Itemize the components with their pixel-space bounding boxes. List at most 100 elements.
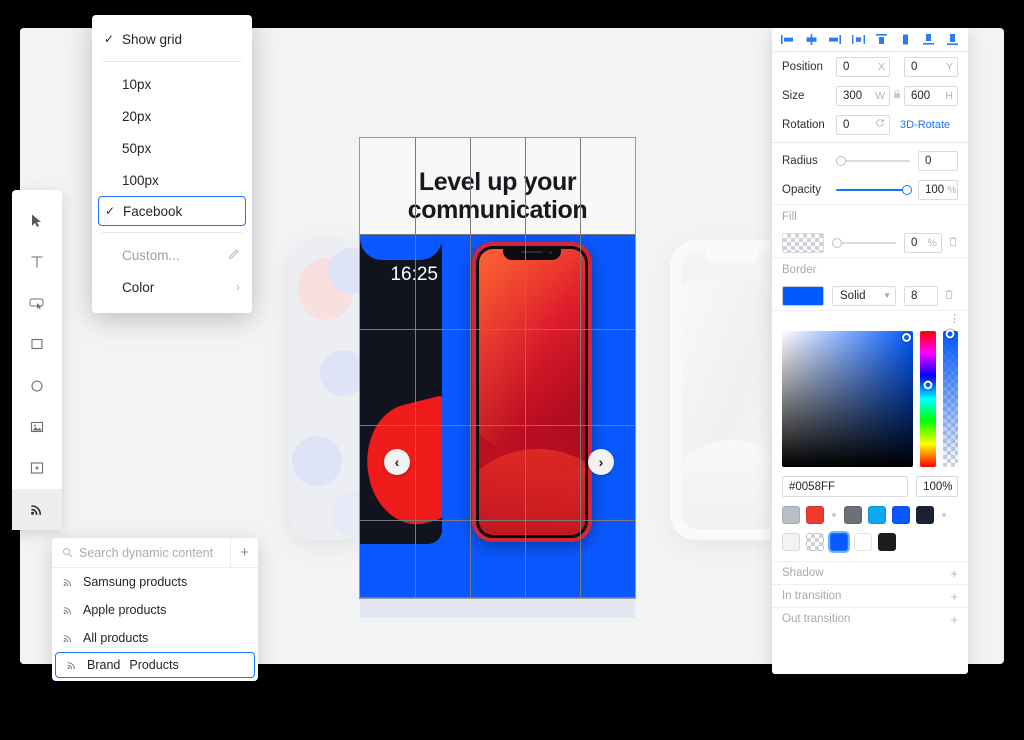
menu-item-facebook[interactable]: ✓ Facebook: [98, 196, 246, 226]
hue-handle[interactable]: [923, 380, 933, 390]
add-dynamic-content-button[interactable]: +: [230, 538, 258, 568]
hex-input[interactable]: #0058FF: [782, 476, 909, 497]
align-left-icon[interactable]: [780, 33, 795, 46]
swatch-light-blue[interactable]: [868, 506, 886, 524]
search-input[interactable]: Search dynamic content: [79, 546, 230, 560]
swatch-separator-dot: [942, 513, 946, 517]
fill-slider-knob[interactable]: [832, 237, 842, 248]
3d-rotate-link[interactable]: 3D-Rotate: [900, 119, 950, 131]
swatch-white[interactable]: [854, 533, 872, 551]
radius-field[interactable]: 0: [918, 150, 958, 171]
dynamic-search-row[interactable]: Search dynamic content +: [52, 538, 258, 568]
pencil-icon[interactable]: [228, 248, 240, 263]
alpha-unit: %: [942, 480, 953, 493]
image-tool[interactable]: [12, 406, 62, 447]
swatch-gray[interactable]: [782, 506, 800, 524]
list-item-apple-products[interactable]: Apple products: [52, 596, 258, 624]
size-height-field[interactable]: 600 H: [904, 85, 958, 106]
border-width-field[interactable]: 8: [904, 285, 938, 306]
position-x-value: 0: [843, 60, 850, 73]
dynamic-content-tool[interactable]: [12, 488, 62, 530]
align-right-icon[interactable]: [827, 33, 842, 46]
sv-handle[interactable]: [902, 333, 912, 342]
lock-icon[interactable]: [890, 89, 904, 102]
fill-color-swatch[interactable]: [782, 232, 824, 253]
align-bottom-icon[interactable]: [921, 33, 936, 46]
chevron-down-icon: ▼: [883, 291, 891, 300]
menu-item-10px[interactable]: 10px: [92, 68, 252, 100]
menu-item-color[interactable]: Color ›: [92, 271, 252, 303]
in-transition-row[interactable]: In transition +: [772, 584, 968, 607]
swatch-black[interactable]: [878, 533, 896, 551]
list-item-all-products[interactable]: All products: [52, 624, 258, 652]
fill-opacity-slider[interactable]: [832, 236, 896, 250]
swatch-red[interactable]: [806, 506, 824, 524]
swatch-off-white[interactable]: [782, 533, 800, 551]
artboard[interactable]: Level up your communication 16:25 ‹ ›: [359, 137, 636, 599]
swatch-navy[interactable]: [916, 506, 934, 524]
rectangle-tool[interactable]: [12, 324, 62, 365]
menu-item-custom[interactable]: Custom...: [92, 239, 252, 271]
position-x-field[interactable]: 0 X: [836, 56, 890, 77]
saturation-value-area[interactable]: [782, 331, 914, 467]
fill-opacity-field[interactable]: 0 %: [904, 232, 942, 253]
swatch-row-1: [782, 506, 958, 524]
rss-icon: [29, 501, 45, 517]
size-width-field[interactable]: 300 W: [836, 85, 890, 106]
add-shadow-button[interactable]: +: [950, 566, 958, 581]
alpha-slider[interactable]: [942, 329, 958, 467]
align-top-icon[interactable]: [874, 33, 889, 46]
phone-mockup-red[interactable]: [472, 242, 592, 542]
position-x-unit: X: [877, 60, 885, 73]
menu-item-20px[interactable]: 20px: [92, 100, 252, 132]
menu-item-label: Color: [122, 279, 155, 295]
shadow-row[interactable]: Shadow +: [772, 561, 968, 584]
border-color-swatch[interactable]: [782, 285, 824, 306]
swatch-blue[interactable]: [892, 506, 910, 524]
menu-item-show-grid[interactable]: ✓ Show grid: [92, 23, 252, 55]
radius-slider[interactable]: [836, 154, 910, 168]
ellipse-tool[interactable]: [12, 365, 62, 406]
button-tool[interactable]: [12, 283, 62, 324]
media-tool[interactable]: [12, 448, 62, 489]
alignment-toolbar: [772, 28, 968, 52]
carousel-next-button[interactable]: ›: [588, 449, 614, 475]
align-center-horizontal-icon[interactable]: [804, 33, 819, 46]
opacity-slider[interactable]: [836, 183, 912, 197]
swatch-transparent[interactable]: [806, 533, 824, 551]
rotation-field[interactable]: 0: [836, 114, 890, 135]
menu-item-100px[interactable]: 100px: [92, 164, 252, 196]
list-item-samsung-products[interactable]: Samsung products: [52, 568, 258, 596]
hue-slider[interactable]: [920, 331, 936, 467]
position-y-field[interactable]: 0 Y: [904, 56, 958, 77]
border-row: Solid ▼ 8: [772, 281, 968, 310]
kebab-menu-icon[interactable]: ⋮: [949, 314, 960, 325]
distribute-vertical-icon[interactable]: [945, 33, 960, 46]
dynamic-content-panel: Search dynamic content + Samsung product…: [52, 538, 258, 681]
phone-topbar: [360, 234, 442, 260]
add-in-transition-button[interactable]: +: [950, 589, 958, 604]
select-tool[interactable]: [12, 200, 62, 241]
list-item-brand-products[interactable]: Brand Products: [55, 652, 255, 678]
add-out-transition-button[interactable]: +: [950, 612, 958, 627]
text-tool[interactable]: [12, 241, 62, 282]
opacity-field[interactable]: 100 %: [918, 179, 958, 200]
border-style-select[interactable]: Solid ▼: [832, 285, 896, 306]
distribute-horizontal-icon[interactable]: [851, 33, 866, 46]
carousel-prev-button[interactable]: ‹: [384, 449, 410, 475]
shadow-label: Shadow: [782, 567, 824, 579]
phone-notch: [706, 251, 758, 263]
headline-text[interactable]: Level up your communication: [360, 168, 635, 224]
radius-slider-knob[interactable]: [836, 155, 846, 166]
swatch-blue-selected[interactable]: [830, 533, 848, 551]
alpha-input[interactable]: 100 %: [916, 476, 958, 497]
delete-fill-icon[interactable]: [948, 236, 958, 250]
out-transition-row[interactable]: Out transition +: [772, 607, 968, 630]
phone-mockup-dark[interactable]: 16:25: [360, 234, 442, 544]
opacity-slider-knob[interactable]: [902, 184, 912, 195]
swatch-dark-gray[interactable]: [844, 506, 862, 524]
alpha-handle[interactable]: [945, 329, 955, 339]
delete-border-icon[interactable]: [944, 289, 954, 303]
align-middle-vertical-icon[interactable]: [898, 33, 913, 46]
menu-item-50px[interactable]: 50px: [92, 132, 252, 164]
